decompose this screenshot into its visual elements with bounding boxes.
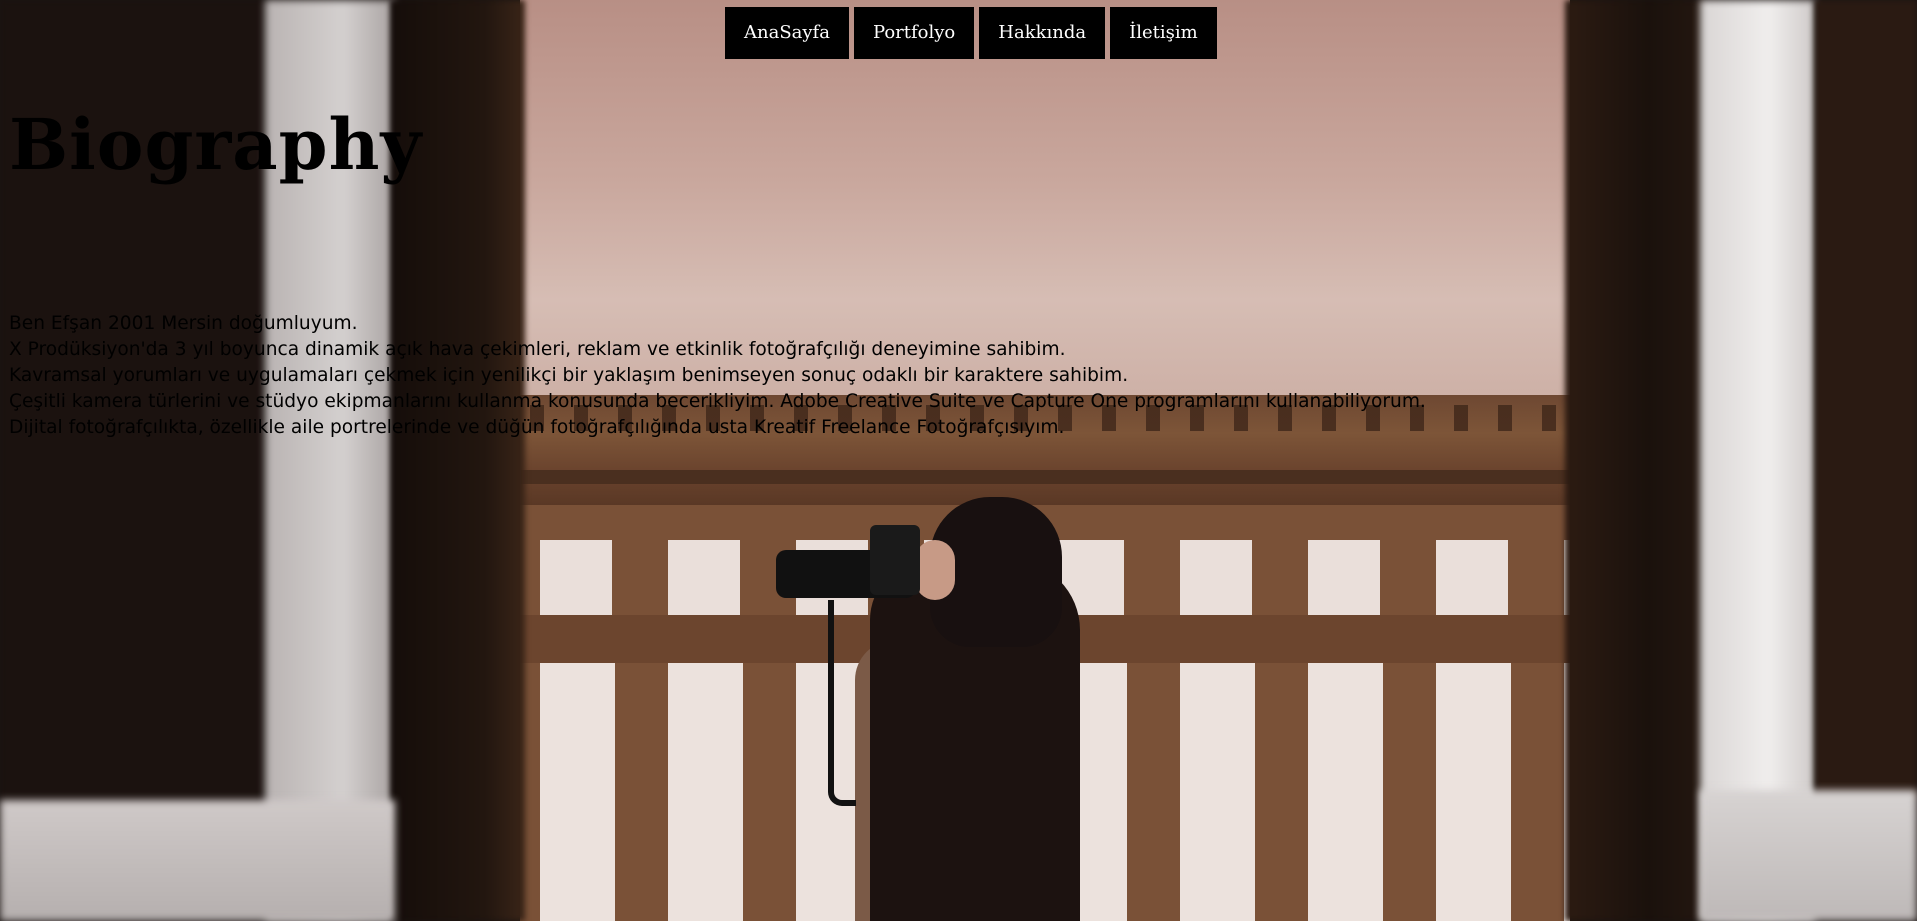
window-shutter-right <box>1815 0 1917 800</box>
main-nav: AnaSayfa Portfolyo Hakkında İletişim <box>725 7 1217 59</box>
biography-text: Ben Efşan 2001 Mersin doğumluyum. X Prod… <box>9 311 1426 441</box>
bio-line: Ben Efşan 2001 Mersin doğumluyum. <box>9 313 358 334</box>
bio-line: Dijital fotoğrafçılıkta, özellikle aile … <box>9 417 1065 438</box>
nav-link-portfolio[interactable]: Portfolyo <box>853 7 975 59</box>
window-sill-right <box>1700 790 1917 921</box>
page-title: Biography <box>9 103 423 186</box>
nav-link-about[interactable]: Hakkında <box>979 7 1106 59</box>
bio-line: X Prodüksiyon'da 3 yıl boyunca dinamik a… <box>9 339 1066 360</box>
nav-link-home[interactable]: AnaSayfa <box>725 7 849 59</box>
camera-body <box>870 525 920 595</box>
background-balcony-ledge <box>520 470 1570 484</box>
window-sill-left <box>0 800 395 921</box>
bio-line: Kavramsal yorumları ve uygulamaları çekm… <box>9 365 1129 386</box>
window-wall-right <box>1700 0 1815 921</box>
photographer-face <box>915 540 955 600</box>
window-frame-right <box>1565 0 1705 921</box>
nav-link-contact[interactable]: İletişim <box>1110 7 1217 59</box>
bio-line: Çeşitli kamera türlerini ve stüdyo ekipm… <box>9 391 1426 412</box>
camera-strap <box>828 600 856 806</box>
